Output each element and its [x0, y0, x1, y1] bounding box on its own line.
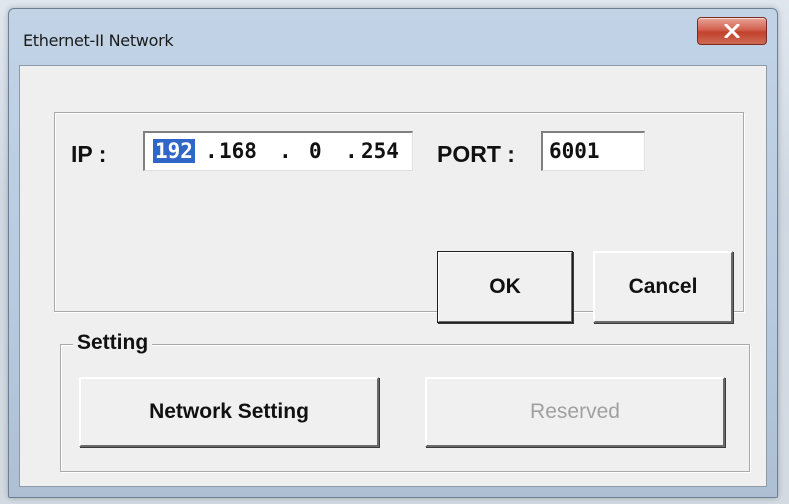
port-field[interactable]: 6001 — [541, 131, 645, 171]
close-icon — [724, 24, 740, 38]
connection-group: IP : 192 . 168 . 0 . 254 PORT : 6001 OK … — [54, 112, 744, 323]
setting-group: Setting Network Setting Reserved — [60, 331, 750, 472]
close-button[interactable] — [697, 17, 767, 45]
ip-address-field[interactable]: 192 . 168 . 0 . 254 — [143, 131, 413, 171]
title-bar[interactable]: Ethernet-II Network — [9, 9, 777, 65]
setting-legend: Setting — [73, 331, 153, 355]
cancel-button[interactable]: Cancel — [593, 251, 733, 323]
reserved-button: Reserved — [425, 377, 725, 447]
window-title: Ethernet-II Network — [23, 31, 174, 50]
network-setting-button[interactable]: Network Setting — [79, 377, 379, 447]
ip-dot-3: . — [345, 139, 358, 163]
ip-octet-3[interactable]: 0 — [309, 139, 322, 163]
ip-label: IP : — [71, 141, 107, 167]
ethernet-dialog: Ethernet-II Network IP : 192 . 168 . 0 .… — [8, 8, 778, 498]
ok-button[interactable]: OK — [437, 251, 573, 323]
dialog-client-area: IP : 192 . 168 . 0 . 254 PORT : 6001 OK … — [19, 65, 767, 487]
ip-octet-1[interactable]: 192 — [153, 139, 195, 163]
ip-dot-1: . — [205, 139, 218, 163]
port-label: PORT : — [437, 141, 515, 167]
ip-octet-2[interactable]: 168 — [219, 139, 257, 163]
ip-octet-4[interactable]: 254 — [361, 139, 399, 163]
ip-dot-2: . — [279, 139, 292, 163]
